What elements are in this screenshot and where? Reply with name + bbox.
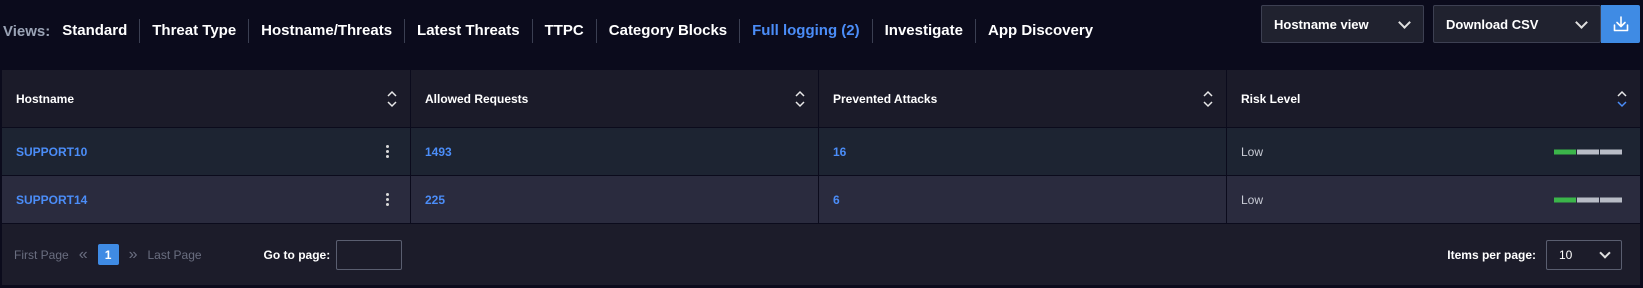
- header-risk-level[interactable]: Risk Level: [1227, 70, 1640, 127]
- risk-level-text: Low: [1241, 192, 1264, 207]
- hostname-link[interactable]: SUPPORT14: [16, 193, 87, 207]
- hostname-cell: SUPPORT10: [2, 128, 411, 175]
- header-label: Allowed Requests: [425, 91, 529, 106]
- risk-segment: [1577, 197, 1599, 202]
- view-threat-type[interactable]: Threat Type: [140, 19, 250, 43]
- risk-segment: [1554, 149, 1576, 154]
- pagination: First Page « 1 » Last Page Go to page: I…: [2, 224, 1640, 285]
- prevented-cell: 6: [819, 176, 1227, 223]
- risk-segment: [1600, 197, 1622, 202]
- view-select-dropdown[interactable]: Hostname view: [1261, 5, 1424, 43]
- sort-icon[interactable]: [1202, 90, 1214, 108]
- double-chevron-left-icon[interactable]: «: [79, 246, 88, 264]
- view-full-logging[interactable]: Full logging (2): [740, 19, 873, 43]
- hostname-link[interactable]: SUPPORT10: [16, 145, 87, 159]
- hosts-table: Hostname Allowed Requests Prevented Atta…: [2, 70, 1640, 285]
- view-latest-threats[interactable]: Latest Threats: [405, 19, 533, 43]
- view-app-discovery[interactable]: App Discovery: [976, 19, 1105, 43]
- view-standard[interactable]: Standard: [60, 19, 141, 43]
- risk-segment: [1577, 149, 1599, 154]
- header-allowed-requests[interactable]: Allowed Requests: [411, 70, 819, 127]
- table-row: SUPPORT14 225 6 Low: [2, 176, 1640, 224]
- risk-cell: Low: [1227, 128, 1640, 175]
- risk-level-bar: [1553, 149, 1622, 154]
- more-options-icon[interactable]: [384, 191, 390, 209]
- items-per-page-label: Items per page:: [1447, 247, 1536, 262]
- download-icon: [1613, 16, 1628, 32]
- view-ttpc[interactable]: TTPC: [533, 19, 597, 43]
- export-select-dropdown[interactable]: Download CSV: [1433, 5, 1601, 43]
- views-bar: Views: Standard Threat Type Hostname/Thr…: [0, 0, 1105, 62]
- risk-level-text: Low: [1241, 144, 1264, 159]
- chevron-down-icon: [1599, 246, 1611, 259]
- download-button[interactable]: [1601, 5, 1640, 43]
- view-investigate[interactable]: Investigate: [873, 19, 976, 43]
- items-per-page-value: 10: [1559, 247, 1573, 262]
- sort-desc-icon[interactable]: [1616, 90, 1628, 108]
- view-hostname-threats[interactable]: Hostname/Threats: [249, 19, 406, 43]
- header-label: Hostname: [16, 91, 75, 106]
- goto-page-input[interactable]: [336, 239, 403, 270]
- last-page-link[interactable]: Last Page: [148, 248, 202, 262]
- sort-icon[interactable]: [794, 90, 806, 108]
- view-category-blocks[interactable]: Category Blocks: [597, 19, 741, 43]
- allowed-requests-link[interactable]: 1493: [425, 145, 452, 159]
- allowed-cell: 1493: [411, 128, 819, 175]
- double-chevron-right-icon[interactable]: »: [129, 246, 138, 264]
- risk-segment: [1554, 197, 1576, 202]
- sort-icon[interactable]: [386, 90, 398, 108]
- current-page-button[interactable]: 1: [97, 244, 119, 265]
- goto-page-label: Go to page:: [263, 247, 331, 262]
- risk-level-bar: [1553, 197, 1622, 202]
- allowed-cell: 225: [411, 176, 819, 223]
- chevron-down-icon: [1398, 15, 1411, 29]
- prevented-cell: 16: [819, 128, 1227, 175]
- header-label: Risk Level: [1241, 91, 1301, 106]
- header-hostname[interactable]: Hostname: [2, 70, 411, 127]
- header-prevented-attacks[interactable]: Prevented Attacks: [819, 70, 1227, 127]
- prevented-attacks-link[interactable]: 6: [833, 193, 840, 207]
- risk-cell: Low: [1227, 176, 1640, 223]
- header-label: Prevented Attacks: [833, 91, 938, 106]
- views-label: Views:: [3, 22, 51, 40]
- allowed-requests-link[interactable]: 225: [425, 193, 445, 207]
- view-select-value: Hostname view: [1274, 16, 1369, 32]
- table-row: SUPPORT10 1493 16 Low: [2, 128, 1640, 176]
- first-page-link[interactable]: First Page: [14, 248, 69, 262]
- more-options-icon[interactable]: [384, 143, 390, 161]
- hostname-cell: SUPPORT14: [2, 176, 411, 223]
- export-select-value: Download CSV: [1446, 16, 1539, 32]
- prevented-attacks-link[interactable]: 16: [833, 145, 846, 159]
- items-per-page-select[interactable]: 10: [1546, 239, 1622, 270]
- table-header-row: Hostname Allowed Requests Prevented Atta…: [2, 70, 1640, 128]
- risk-segment: [1600, 149, 1622, 154]
- chevron-down-icon: [1575, 15, 1588, 29]
